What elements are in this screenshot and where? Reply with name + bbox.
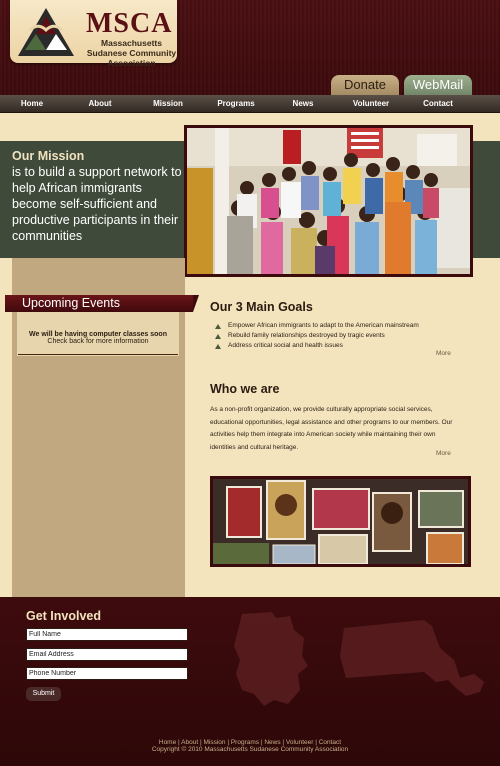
upcoming-events-heading: Upcoming Events bbox=[5, 295, 199, 312]
who-we-are-title: Who we are bbox=[210, 382, 280, 396]
footer-link-home[interactable]: Home bbox=[159, 739, 176, 746]
who-more-link[interactable]: More bbox=[436, 450, 451, 457]
mission-text: is to build a support network to help Af… bbox=[12, 165, 182, 243]
submit-button[interactable]: Submit bbox=[26, 687, 61, 701]
who-we-are-text: As a non-profit organization, we provide… bbox=[210, 406, 453, 451]
footer-link-volunteer[interactable]: Volunteer bbox=[286, 739, 313, 746]
footer-link-about[interactable]: About bbox=[181, 739, 198, 746]
photo-collage bbox=[210, 476, 471, 567]
mission-statement: Our Mission is to build a support networ… bbox=[12, 148, 182, 244]
email-field[interactable] bbox=[26, 648, 188, 661]
nav-contact[interactable]: Contact bbox=[414, 95, 462, 113]
goal-item: Rebuild family relationships destroyed b… bbox=[214, 331, 464, 341]
events-announcement: We will be having computer classes soon bbox=[29, 331, 167, 338]
events-note: Check back for more information bbox=[47, 338, 149, 345]
mission-title: Our Mission bbox=[12, 149, 85, 163]
nav-news[interactable]: News bbox=[280, 95, 326, 113]
hero-photo bbox=[184, 125, 473, 277]
footer-link-news[interactable]: News bbox=[264, 739, 280, 746]
nav-mission[interactable]: Mission bbox=[143, 95, 193, 113]
logo-acronym: MSCA bbox=[86, 8, 173, 39]
webmail-button[interactable]: WebMail bbox=[404, 75, 472, 95]
collage-image bbox=[213, 479, 468, 564]
footer-link-contact[interactable]: Contact bbox=[319, 739, 341, 746]
logo-emblem-icon bbox=[18, 8, 74, 56]
footer-link-programs[interactable]: Programs bbox=[231, 739, 259, 746]
site-logo[interactable]: MSCA Massachusetts Sudanese Community As… bbox=[10, 0, 177, 68]
sudan-massachusetts-map-icon bbox=[234, 612, 484, 706]
nav-programs[interactable]: Programs bbox=[210, 95, 262, 113]
copyright-text: Copyright © 2010 Massachusetts Sudanese … bbox=[151, 746, 349, 753]
main-nav: Home About Mission Programs News Volunte… bbox=[0, 95, 500, 113]
nav-volunteer[interactable]: Volunteer bbox=[343, 95, 399, 113]
full-name-field[interactable] bbox=[26, 628, 188, 641]
goal-item: Empower African immigrants to adapt to t… bbox=[214, 321, 464, 331]
phone-field[interactable] bbox=[26, 667, 188, 680]
goals-more-link[interactable]: More bbox=[436, 350, 451, 357]
get-involved-title: Get Involved bbox=[26, 609, 102, 623]
logo-full-name: Massachusetts Sudanese Community Associa… bbox=[86, 38, 177, 68]
footer-link-mission[interactable]: Mission bbox=[203, 739, 225, 746]
goal-item: Address critical social and health issue… bbox=[214, 341, 464, 351]
nav-about[interactable]: About bbox=[76, 95, 124, 113]
events-divider bbox=[18, 354, 178, 355]
group-photo-image bbox=[187, 128, 470, 274]
donate-button[interactable]: Donate bbox=[331, 75, 399, 95]
goals-list: Empower African immigrants to adapt to t… bbox=[214, 321, 464, 351]
goals-title: Our 3 Main Goals bbox=[210, 300, 313, 314]
nav-home[interactable]: Home bbox=[8, 95, 56, 113]
